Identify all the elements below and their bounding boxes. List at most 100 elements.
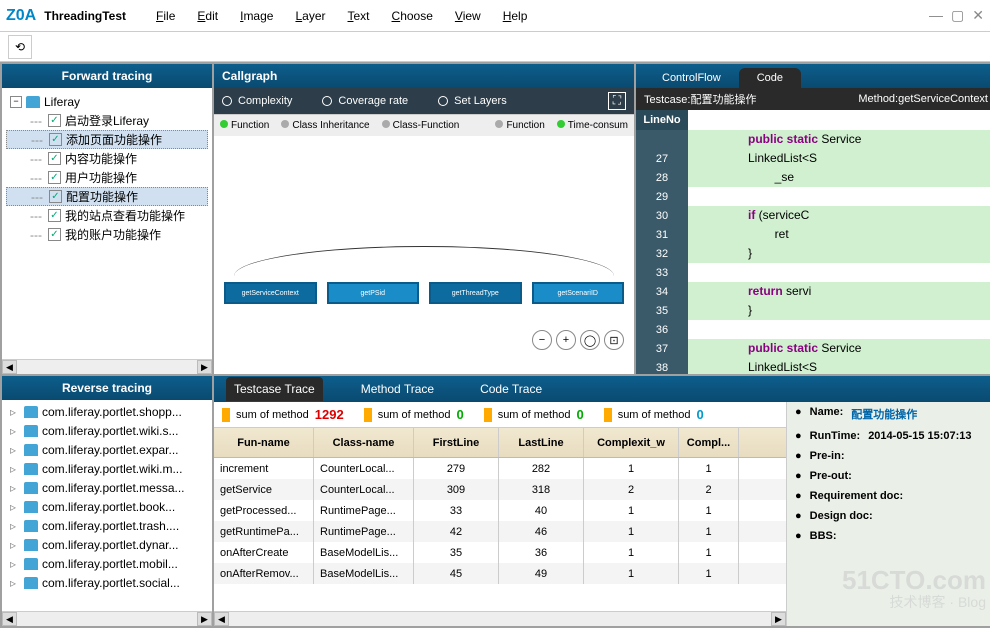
- reverse-item[interactable]: ▹com.liferay.portlet.expar...: [4, 440, 210, 459]
- col-header[interactable]: Compl...: [679, 428, 739, 457]
- tree-item[interactable]: ---✓添加页面功能操作: [6, 130, 208, 149]
- tree-item[interactable]: ---✓启动登录Liferay: [6, 111, 208, 130]
- callgraph-canvas[interactable]: getServiceContext getPSid getThreadType get…: [214, 114, 634, 374]
- reverse-item[interactable]: ▹com.liferay.portlet.trash....: [4, 516, 210, 535]
- table-row[interactable]: getServiceCounterLocal...30931822: [214, 479, 786, 500]
- expand-icon[interactable]: ▹: [10, 443, 20, 457]
- line-number: [636, 130, 688, 149]
- checkbox-icon[interactable]: ✓: [48, 228, 61, 241]
- callgraph-bottom-tabs: Function Class Inheritance Class-Functio…: [214, 114, 634, 136]
- trace-hscrollbar[interactable]: ◀▶: [214, 611, 786, 626]
- collapse-icon[interactable]: −: [10, 96, 22, 108]
- checkbox-icon[interactable]: ✓: [48, 152, 61, 165]
- forward-hscrollbar[interactable]: ◀▶: [2, 359, 212, 374]
- table-row[interactable]: onAfterRemov...BaseModelLis...454911: [214, 563, 786, 584]
- close-icon[interactable]: ✕: [972, 7, 984, 24]
- reverse-item[interactable]: ▹com.liferay.portlet.shopp...: [4, 402, 210, 421]
- expand-icon[interactable]: ▹: [10, 538, 20, 552]
- menu-text[interactable]: Text: [348, 9, 370, 23]
- reverse-item[interactable]: ▹com.liferay.portlet.social...: [4, 573, 210, 592]
- tab-method-trace[interactable]: Method Trace: [353, 377, 442, 401]
- reverse-item[interactable]: ▹com.liferay.portlet.wiki.s...: [4, 421, 210, 440]
- tab-function1[interactable]: Function: [220, 120, 269, 131]
- menu-image[interactable]: Image: [240, 9, 273, 23]
- expand-icon[interactable]: ▹: [10, 424, 20, 438]
- tab-function2[interactable]: Function: [495, 120, 544, 131]
- table-row[interactable]: incrementCounterLocal...27928211: [214, 458, 786, 479]
- table-row[interactable]: getProcessed...RuntimePage...334011: [214, 500, 786, 521]
- opt-layers[interactable]: Set Layers: [438, 95, 507, 107]
- tree-item[interactable]: ---✓我的站点查看功能操作: [6, 206, 208, 225]
- checkbox-icon[interactable]: ✓: [48, 114, 61, 127]
- info-prein: Pre-in:: [810, 450, 845, 462]
- graph-node[interactable]: getScenariID: [532, 282, 625, 304]
- col-header[interactable]: Complexit_w: [584, 428, 679, 457]
- expand-icon[interactable]: ▹: [10, 462, 20, 476]
- reverse-item[interactable]: ▹com.liferay.portlet.book...: [4, 497, 210, 516]
- reverse-item[interactable]: ▹com.liferay.portlet.mobil...: [4, 554, 210, 573]
- forward-tree[interactable]: −Liferay---✓启动登录Liferay---✓添加页面功能操作---✓内…: [2, 88, 212, 359]
- menu-layer[interactable]: Layer: [295, 9, 325, 23]
- expand-icon[interactable]: ▹: [10, 405, 20, 419]
- zoom-reset-icon[interactable]: ◯: [580, 330, 600, 350]
- reverse-hscrollbar[interactable]: ◀▶: [2, 611, 212, 626]
- forward-tracing-header: Forward tracing: [2, 64, 212, 88]
- trace-table[interactable]: Fun-nameClass-nameFirstLineLastLineCompl…: [214, 428, 786, 611]
- checkbox-icon[interactable]: ✓: [49, 133, 62, 146]
- expand-icon[interactable]: ▹: [10, 519, 20, 533]
- menu-choose[interactable]: Choose: [392, 9, 433, 23]
- tree-root[interactable]: −Liferay: [6, 92, 208, 111]
- opt-complexity[interactable]: Complexity: [222, 95, 292, 107]
- zoom-in-icon[interactable]: +: [556, 330, 576, 350]
- graph-node[interactable]: getPSid: [327, 282, 420, 304]
- reverse-item[interactable]: ▹com.liferay.portlet.messa...: [4, 478, 210, 497]
- expand-icon[interactable]: ⛶: [608, 92, 626, 110]
- graph-node[interactable]: getServiceContext: [224, 282, 317, 304]
- tree-item[interactable]: ---✓用户功能操作: [6, 168, 208, 187]
- opt-coverage[interactable]: Coverage rate: [322, 95, 408, 107]
- checkbox-icon[interactable]: ✓: [48, 209, 61, 222]
- tab-testcase-trace[interactable]: Testcase Trace: [226, 377, 323, 401]
- menu-help[interactable]: Help: [503, 9, 528, 23]
- reverse-item[interactable]: ▹com.liferay.portlet.dynar...: [4, 535, 210, 554]
- code-editor[interactable]: public static ServiceLinkedList<S _seif …: [688, 110, 990, 374]
- tree-item[interactable]: ---✓内容功能操作: [6, 149, 208, 168]
- expand-icon[interactable]: ▹: [10, 576, 20, 590]
- expand-icon[interactable]: ▹: [10, 481, 20, 495]
- expand-icon[interactable]: ▹: [10, 500, 20, 514]
- col-header[interactable]: Fun-name: [214, 428, 314, 457]
- menu-view[interactable]: View: [455, 9, 481, 23]
- table-row[interactable]: onAfterCreateBaseModelLis...353611: [214, 542, 786, 563]
- table-row[interactable]: getRuntimePa...RuntimePage...424611: [214, 521, 786, 542]
- tree-item[interactable]: ---✓我的账户功能操作: [6, 225, 208, 244]
- info-req: Requirement doc:: [810, 490, 904, 502]
- tab-code-trace[interactable]: Code Trace: [472, 377, 550, 401]
- col-header[interactable]: Class-name: [314, 428, 414, 457]
- tab-class-inheritance[interactable]: Class Inheritance: [281, 120, 369, 131]
- info-bbs: BBS:: [810, 530, 837, 542]
- graph-node[interactable]: getThreadType: [429, 282, 522, 304]
- menu-edit[interactable]: Edit: [197, 9, 218, 23]
- zoom-fit-icon[interactable]: ⊡: [604, 330, 624, 350]
- col-header[interactable]: FirstLine: [414, 428, 499, 457]
- expand-icon[interactable]: ▹: [10, 557, 20, 571]
- tab-controlflow[interactable]: ControlFlow: [644, 68, 739, 88]
- col-header[interactable]: LastLine: [499, 428, 584, 457]
- callgraph-header: Callgraph: [214, 64, 634, 88]
- zoom-out-icon[interactable]: −: [532, 330, 552, 350]
- tree-item[interactable]: ---✓配置功能操作: [6, 187, 208, 206]
- code-line: _se: [688, 168, 990, 187]
- maximize-icon[interactable]: ▢: [951, 7, 964, 24]
- reverse-item[interactable]: ▹com.liferay.portlet.wiki.m...: [4, 459, 210, 478]
- window-controls: — ▢ ✕: [929, 7, 984, 24]
- tab-time-consum[interactable]: Time-consum: [557, 120, 628, 131]
- checkbox-icon[interactable]: ✓: [49, 190, 62, 203]
- tab-code[interactable]: Code: [739, 68, 801, 88]
- tab-class-function[interactable]: Class-Function: [382, 120, 460, 131]
- minimize-icon[interactable]: —: [929, 7, 943, 24]
- reverse-list[interactable]: ▹com.liferay.portlet.shopp...▹com.lifera…: [2, 400, 212, 611]
- reverse-tracing-header: Reverse tracing: [2, 376, 212, 400]
- menu-file[interactable]: File: [156, 9, 175, 23]
- checkbox-icon[interactable]: ✓: [48, 171, 61, 184]
- tool-button[interactable]: ⟲: [8, 35, 32, 59]
